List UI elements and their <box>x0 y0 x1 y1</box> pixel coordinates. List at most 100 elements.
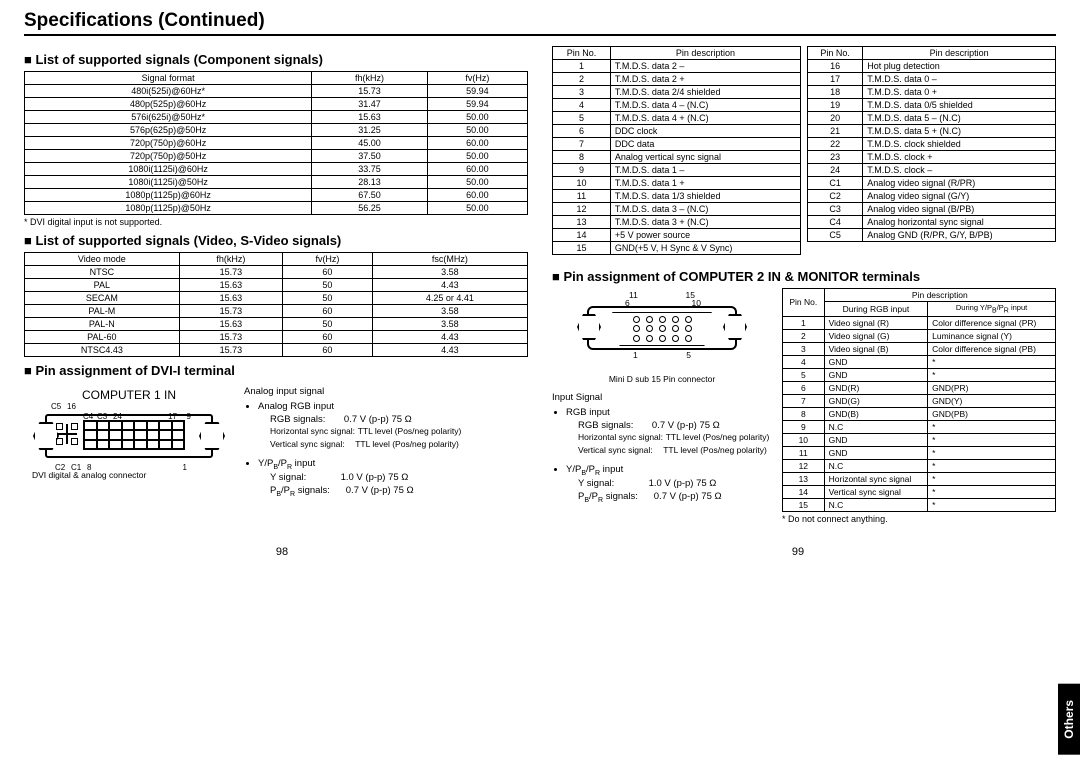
value: TTL level (Pos/neg polarity) <box>663 445 767 455</box>
cell: C2 <box>808 190 863 203</box>
cell: 21 <box>808 125 863 138</box>
analog-input-title: Analog input signal <box>244 386 528 399</box>
value: 0.7 V (p-p) 75 Ω <box>346 485 414 496</box>
cell: 19 <box>808 99 863 112</box>
cell: 6 <box>783 381 825 394</box>
cell: Video signal (G) <box>824 329 928 342</box>
dsub-diagram-area: 11 15 6 10 1 5 Mini D sub 15 Pin connec <box>552 288 772 530</box>
cell: DDC data <box>610 138 800 151</box>
cell: N.C <box>824 420 928 433</box>
cell: GND(B) <box>824 407 928 420</box>
cell: 50.00 <box>427 202 527 215</box>
cell: 1080i(1125i)@60Hz <box>25 163 312 176</box>
th: Pin description <box>610 47 800 60</box>
cell: C1 <box>808 177 863 190</box>
cell: 60 <box>283 331 373 344</box>
cell: 5 <box>553 112 611 125</box>
table-row: 720p(750p)@60Hz45.0060.00 <box>25 137 528 150</box>
cell: GND(R) <box>824 381 928 394</box>
cell: 60 <box>283 305 373 318</box>
cell: Vertical sync signal <box>824 485 928 498</box>
table-row: 19T.M.D.S. data 0/5 shielded <box>808 99 1056 112</box>
th: fh(kHz) <box>312 72 427 85</box>
table-row: 2Video signal (G)Luminance signal (Y) <box>783 329 1056 342</box>
heading-component-signals: List of supported signals (Component sig… <box>24 52 528 67</box>
cell: T.M.D.S. data 3 – (N.C) <box>610 203 800 216</box>
cell: 18 <box>808 86 863 99</box>
th: fv(Hz) <box>427 72 527 85</box>
cell: T.M.D.S. data 5 – (N.C) <box>863 112 1056 125</box>
table-component-signals: Signal format fh(kHz) fv(Hz) 480i(525i)@… <box>24 71 528 215</box>
cell: T.M.D.S. data 4 + (N.C) <box>610 112 800 125</box>
table-row: 14Vertical sync signal* <box>783 485 1056 498</box>
cell: 4.43 <box>372 279 527 292</box>
cell: DDC clock <box>610 125 800 138</box>
cell: T.M.D.S. data 1 – <box>610 164 800 177</box>
th: fsc(MHz) <box>372 253 527 266</box>
cell: GND(+5 V, H Sync & V Sync) <box>610 242 800 255</box>
cell: T.M.D.S. data 2 + <box>610 73 800 86</box>
cell: T.M.D.S. clock + <box>863 151 1056 164</box>
cell: 17 <box>808 73 863 86</box>
table-row: 21T.M.D.S. data 5 + (N.C) <box>808 125 1056 138</box>
label: Horizontal sync signal: <box>270 426 355 436</box>
cell: 480p(525p)@60Hz <box>25 98 312 111</box>
cell: 8 <box>783 407 825 420</box>
pin-label: 16 <box>67 402 76 411</box>
cell: C3 <box>808 203 863 216</box>
cell: 1080i(1125i)@50Hz <box>25 176 312 189</box>
dsub-connector-drawing: 11 15 6 10 1 5 <box>587 288 737 370</box>
heading-video-signals: List of supported signals (Video, S-Vide… <box>24 233 528 248</box>
table-row: 1080i(1125i)@60Hz33.7560.00 <box>25 163 528 176</box>
cell: T.M.D.S. data 0 + <box>863 86 1056 99</box>
table-row: 16Hot plug detection <box>808 60 1056 73</box>
table-row: 1Video signal (R)Color difference signal… <box>783 316 1056 329</box>
cell: T.M.D.S. data 0/5 shielded <box>863 99 1056 112</box>
cell: 16 <box>808 60 863 73</box>
cell: 576i(625i)@50Hz* <box>25 111 312 124</box>
right-column: Pin No. Pin description 1T.M.D.S. data 2… <box>552 46 1056 530</box>
cell: 480i(525i)@60Hz* <box>25 85 312 98</box>
cell: 15.73 <box>179 305 282 318</box>
cell: 59.94 <box>427 98 527 111</box>
page-num-right: 99 <box>792 546 804 558</box>
cell: 15.73 <box>179 266 282 279</box>
cell: N.C <box>824 459 928 472</box>
th: Pin No. <box>808 47 863 60</box>
cell: 15 <box>783 498 825 511</box>
table-row: 480p(525p)@60Hz31.4759.94 <box>25 98 528 111</box>
cell: 1080p(1125p)@60Hz <box>25 189 312 202</box>
table-row: 10T.M.D.S. data 1 + <box>553 177 801 190</box>
cell: 20 <box>808 112 863 125</box>
table-row: 13T.M.D.S. data 3 + (N.C) <box>553 216 801 229</box>
label: Y/PB/PR input <box>258 458 315 469</box>
table-row: 1080p(1125p)@50Hz56.2550.00 <box>25 202 528 215</box>
cell: 3 <box>783 342 825 355</box>
dvi-connector-drawing: C5 16 C4 C3 24 17 9 <box>45 404 213 466</box>
cell: 28.13 <box>312 176 427 189</box>
label: RGB input <box>566 407 610 418</box>
cell: 3 <box>553 86 611 99</box>
table-row: 18T.M.D.S. data 0 + <box>808 86 1056 99</box>
cell: Video signal (B) <box>824 342 928 355</box>
cell: T.M.D.S. data 5 + (N.C) <box>863 125 1056 138</box>
cell: Video signal (R) <box>824 316 928 329</box>
cell: 720p(750p)@60Hz <box>25 137 312 150</box>
table-row: 480i(525i)@60Hz*15.7359.94 <box>25 85 528 98</box>
th: Pin No. <box>553 47 611 60</box>
table-row: NTSC4.4315.73604.43 <box>25 344 528 357</box>
cell: Analog video signal (R/PR) <box>863 177 1056 190</box>
cell: * <box>928 368 1056 381</box>
cell: GND <box>824 446 928 459</box>
cell: NTSC <box>25 266 180 279</box>
label: PB/PR signals: <box>270 485 330 496</box>
label: RGB signals: <box>270 414 325 425</box>
pin-label: 5 <box>686 350 691 360</box>
cell: 15.73 <box>179 344 282 357</box>
cell: * <box>928 459 1056 472</box>
computer2-input-block: Input Signal RGB input RGB signals: 0.7 … <box>552 392 772 506</box>
cell: 50.00 <box>427 124 527 137</box>
cell: 56.25 <box>312 202 427 215</box>
table-dvi-pins-b: Pin No. Pin description 16Hot plug detec… <box>807 46 1056 242</box>
cell: Luminance signal (Y) <box>928 329 1056 342</box>
